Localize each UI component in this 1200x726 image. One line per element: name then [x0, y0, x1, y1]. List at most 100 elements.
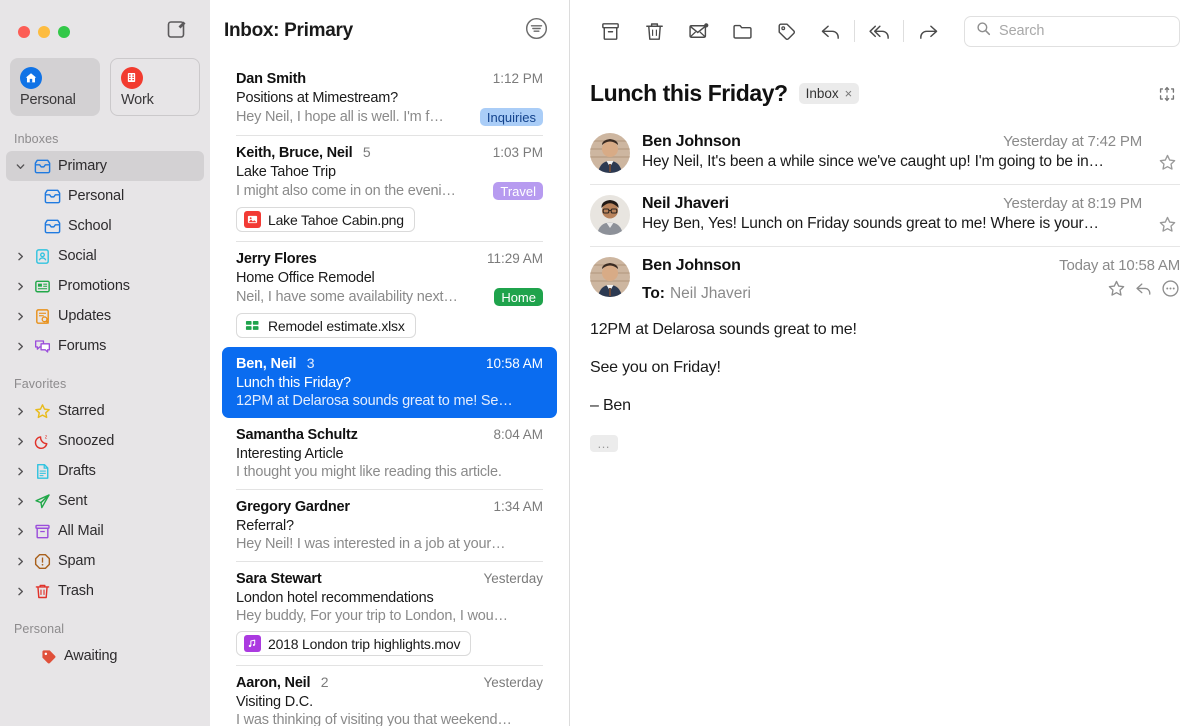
thread-message-expanded: Ben Johnson Today at 10:58 AM To: Neil Jh… [570, 247, 1200, 453]
attachment-name: Remodel estimate.xlsx [268, 317, 405, 334]
sidebar-item-trash[interactable]: Trash [6, 576, 204, 606]
message-snippet: Hey Neil! I was interested in a job at y… [236, 536, 506, 552]
mailbox-chip[interactable]: Inbox × [798, 83, 860, 104]
search-placeholder: Search [999, 23, 1045, 39]
table-row[interactable]: Dan Smith 1:12 PM Positions at Mimestrea… [222, 62, 557, 135]
account-personal[interactable]: Personal [10, 58, 100, 116]
zoom-window-button[interactable] [58, 25, 70, 38]
account-work-label: Work [120, 91, 154, 108]
close-icon[interactable]: × [845, 87, 853, 100]
table-row[interactable]: Gregory Gardner 1:34 AM Referral? Hey Ne… [222, 490, 557, 561]
archive-icon[interactable] [588, 14, 632, 48]
sidebar-item-all-mail-label: All Mail [58, 523, 104, 539]
table-row[interactable]: Sara Stewart Yesterday London hotel reco… [222, 562, 557, 665]
sidebar-item-all-mail[interactable]: All Mail [6, 516, 204, 546]
sidebar-item-personal[interactable]: Personal [6, 181, 204, 211]
chevron-right-icon[interactable] [14, 466, 26, 477]
message-sender: Jerry Flores [236, 251, 317, 267]
filter-icon[interactable] [524, 16, 549, 46]
minimize-window-button[interactable] [38, 25, 50, 38]
message-sender: Samantha Schultz [236, 427, 358, 443]
sidebar-item-promotions[interactable]: Promotions [6, 271, 204, 301]
chevron-down-icon[interactable] [14, 161, 26, 172]
sidebar-item-school[interactable]: School [6, 211, 204, 241]
sidebar-section-personal-header: Personal [14, 622, 65, 636]
move-folder-icon[interactable] [720, 14, 764, 48]
message-time: Yesterday [483, 675, 543, 690]
trash-icon[interactable] [632, 14, 676, 48]
building-icon [120, 66, 143, 89]
sidebar-item-awaiting[interactable]: Awaiting [6, 641, 204, 671]
star-icon[interactable] [1154, 133, 1180, 172]
sidebar-item-updates[interactable]: Updates [6, 301, 204, 331]
close-window-button[interactable] [18, 25, 30, 38]
chevron-right-icon[interactable] [14, 341, 26, 352]
chevron-right-icon[interactable] [14, 281, 26, 292]
chevron-right-icon[interactable] [14, 311, 26, 322]
thread-message-collapsed[interactable]: Neil Jhaveri Yesterday at 8:19 PM Hey Be… [570, 185, 1200, 247]
attachment-chip[interactable]: 2018 London trip highlights.mov [236, 631, 472, 656]
thread-header: Lunch this Friday? Inbox × [570, 62, 1200, 123]
status-badge[interactable]: Home [494, 288, 543, 306]
expand-all-icon[interactable] [1154, 81, 1180, 107]
search-input[interactable]: Search [964, 15, 1180, 47]
message-subject: London hotel recommendations [236, 590, 434, 606]
chevron-right-icon[interactable] [14, 496, 26, 507]
body-paragraph: – Ben [590, 397, 631, 414]
sidebar-item-forums[interactable]: Forums [6, 331, 204, 361]
chevron-right-icon[interactable] [14, 406, 26, 417]
sidebar-item-sent[interactable]: Sent [6, 486, 204, 516]
compose-icon[interactable] [166, 18, 188, 40]
sidebar-item-spam[interactable]: Spam [6, 546, 204, 576]
body-paragraph: 12PM at Delarosa sounds great to me! [590, 321, 857, 338]
message-rows: Dan Smith 1:12 PM Positions at Mimestrea… [210, 62, 569, 726]
forward-icon[interactable] [906, 14, 950, 48]
chevron-right-icon[interactable] [14, 436, 26, 447]
account-work[interactable]: Work [109, 58, 200, 116]
chevron-right-icon[interactable] [14, 251, 26, 262]
inbox-icon [42, 216, 62, 236]
table-row[interactable]: Samantha Schultz 8:04 AM Interesting Art… [222, 418, 557, 489]
message-count: 3 [306, 355, 315, 371]
chevron-right-icon[interactable] [14, 556, 26, 567]
tag-icon[interactable] [764, 14, 808, 48]
sidebar-item-starred[interactable]: Starred [6, 396, 204, 426]
message-sender: Ben, Neil [236, 356, 297, 372]
message-snippet: Hey buddy, For your trip to London, I wo… [236, 608, 508, 624]
table-row[interactable]: Aaron, Neil 2 Yesterday Visiting D.C. I … [222, 666, 557, 726]
more-options-icon[interactable] [1161, 279, 1180, 303]
sidebar-item-awaiting-label: Awaiting [64, 648, 118, 664]
attachment-chip[interactable]: Lake Tahoe Cabin.png [236, 207, 415, 232]
divider [854, 20, 855, 42]
sidebar-item-snoozed[interactable]: z Snoozed [6, 426, 204, 456]
message-snippet: Hey Neil, It's been a while since we've … [642, 153, 1104, 170]
recipient-name: Neil Jhaveri [669, 285, 751, 302]
status-badge[interactable]: Inquiries [479, 108, 543, 126]
table-row[interactable]: Keith, Bruce, Neil 5 1:03 PM Lake Tahoe … [222, 136, 557, 241]
sidebar-item-primary[interactable]: Primary [6, 151, 204, 181]
star-icon[interactable] [1154, 195, 1180, 234]
search-icon [976, 21, 991, 41]
chevron-right-icon[interactable] [14, 586, 26, 597]
reply-icon[interactable] [808, 14, 852, 48]
chevron-right-icon[interactable] [14, 526, 26, 537]
mark-unread-icon[interactable] [676, 14, 720, 48]
sidebar-item-drafts[interactable]: Drafts [6, 456, 204, 486]
thread-message-collapsed[interactable]: Ben Johnson Yesterday at 7:42 PM Hey Nei… [570, 123, 1200, 185]
message-snippet: I was thinking of visiting you that week… [236, 712, 512, 726]
reader-pane: Search Lunch this Friday? Inbox × Ben Jo… [570, 0, 1200, 726]
message-sender: Keith, Bruce, Neil [236, 145, 353, 161]
message-count: 2 [320, 674, 329, 690]
message-body: 12PM at Delarosa sounds great to me! See… [590, 303, 1180, 453]
table-row[interactable]: Jerry Flores 11:29 AM Home Office Remode… [222, 242, 557, 347]
attachment-chip[interactable]: Remodel estimate.xlsx [236, 313, 416, 338]
sidebar-item-social[interactable]: Social [6, 241, 204, 271]
table-row-selected[interactable]: Ben, Neil 3 10:58 AM Lunch this Friday? … [222, 347, 557, 418]
reply-all-icon[interactable] [857, 14, 901, 48]
status-badge[interactable]: Travel [493, 182, 543, 200]
divider [903, 20, 904, 42]
reply-icon[interactable] [1134, 279, 1153, 303]
star-icon[interactable] [1107, 279, 1126, 303]
quoted-text-toggle[interactable]: … [590, 435, 618, 452]
mailbox-chip-label: Inbox [805, 86, 839, 101]
